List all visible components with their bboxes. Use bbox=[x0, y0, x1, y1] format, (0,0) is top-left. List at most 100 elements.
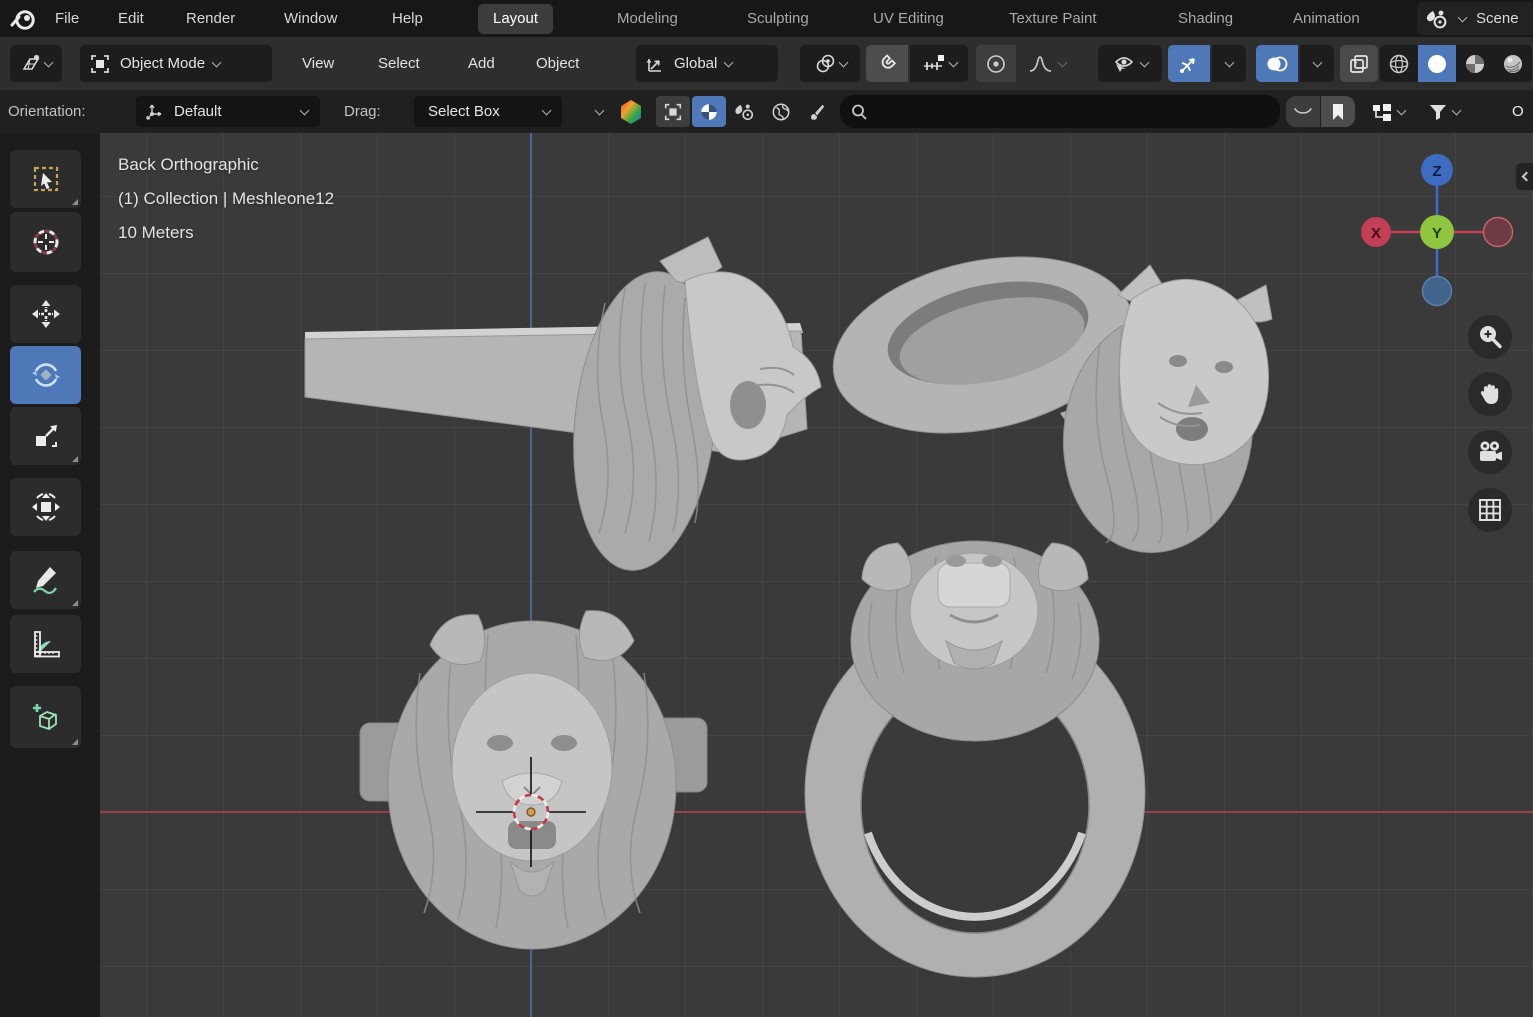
bookmark-button[interactable] bbox=[1321, 96, 1355, 127]
scene-icon bbox=[1426, 10, 1447, 28]
shading-material-button[interactable] bbox=[1456, 45, 1494, 82]
chevron-down-icon bbox=[1457, 12, 1468, 22]
proportional-editing-toggle[interactable] bbox=[976, 45, 1016, 82]
proportional-falloff-dropdown[interactable] bbox=[1018, 45, 1076, 82]
chevron-down-icon bbox=[299, 105, 310, 115]
search-box[interactable] bbox=[840, 95, 1280, 128]
tool-add-cube[interactable] bbox=[10, 686, 81, 748]
gizmo-axis-x-negative[interactable] bbox=[1482, 216, 1514, 248]
show-object-types-button[interactable] bbox=[1098, 45, 1162, 82]
annotate-pen-icon bbox=[32, 567, 57, 595]
workspace-tab-modeling[interactable]: Modeling bbox=[602, 4, 693, 34]
drag-value: Select Box bbox=[428, 103, 500, 120]
filter-object-button[interactable] bbox=[656, 96, 690, 127]
wireframe-sphere-icon bbox=[1389, 54, 1409, 73]
sidebar-toggle[interactable] bbox=[1516, 163, 1533, 190]
tool-annotate[interactable] bbox=[10, 551, 81, 609]
gizmos-toggle[interactable] bbox=[1168, 45, 1210, 82]
workspace-tab-layout[interactable]: Layout bbox=[478, 4, 554, 34]
overlays-dropdown[interactable] bbox=[1300, 45, 1334, 82]
menu-render[interactable]: Render bbox=[186, 0, 235, 37]
model-lion-ring-views bbox=[304, 236, 1273, 978]
mode-dropdown[interactable]: Object Mode bbox=[80, 45, 272, 82]
navigation-gizmo[interactable]: Z X Y bbox=[1355, 148, 1520, 313]
outliner-tree-icon bbox=[1373, 103, 1391, 121]
workspace-tab-texture-paint[interactable]: Texture Paint bbox=[994, 4, 1112, 34]
shading-rendered-button[interactable] bbox=[1494, 45, 1532, 82]
measure-icon bbox=[33, 631, 60, 658]
ortho-toggle-button[interactable] bbox=[1468, 488, 1512, 532]
mode-label: Object Mode bbox=[120, 55, 206, 72]
collapse-panel-button[interactable] bbox=[586, 96, 612, 127]
workspace-tab-sculpting[interactable]: Sculpting bbox=[732, 4, 824, 34]
select-brackets-icon bbox=[664, 103, 682, 120]
model-view-perspective bbox=[832, 256, 1273, 554]
tool-settings-bar: Orientation: Default Drag: Select Box O bbox=[0, 90, 1533, 133]
pivot-point-button[interactable] bbox=[800, 45, 860, 82]
tool-transform[interactable] bbox=[10, 478, 81, 536]
workspace-tab-shading[interactable]: Shading bbox=[1163, 4, 1248, 34]
overlays-toggle[interactable] bbox=[1256, 45, 1298, 82]
search-input[interactable] bbox=[876, 103, 1256, 120]
transform-orientation-dropdown[interactable]: Global bbox=[636, 45, 778, 82]
viewport-3d[interactable]: Back Orthographic (1) Collection | Meshl… bbox=[100, 133, 1533, 1017]
shading-solid-button[interactable] bbox=[1418, 45, 1456, 82]
tool-select-box[interactable] bbox=[10, 150, 81, 208]
snap-toggle-button[interactable] bbox=[866, 45, 908, 82]
clipped-right-text: O bbox=[1512, 103, 1524, 120]
collection-object-name: (1) Collection | Meshleone12 bbox=[118, 189, 335, 208]
menu-window[interactable]: Window bbox=[284, 0, 337, 37]
bookmark-icon bbox=[1333, 103, 1343, 120]
filter-brush-button[interactable] bbox=[800, 96, 834, 127]
chevron-down-icon bbox=[1312, 57, 1322, 67]
chevron-down-icon bbox=[594, 105, 604, 115]
menu-help[interactable]: Help bbox=[392, 0, 423, 37]
orientation-axes-icon bbox=[646, 58, 661, 72]
orientation-label: Orientation: bbox=[8, 103, 86, 120]
gizmo-axis-z-negative[interactable] bbox=[1421, 275, 1453, 307]
blender-logo-icon[interactable] bbox=[9, 5, 37, 33]
scene-selector[interactable]: Scene bbox=[1417, 2, 1533, 35]
xray-toggle[interactable] bbox=[1340, 45, 1378, 82]
camera-view-button[interactable] bbox=[1468, 430, 1512, 474]
menu-add[interactable]: Add bbox=[468, 37, 495, 90]
workspace-tab-uv-editing[interactable]: UV Editing bbox=[858, 4, 959, 34]
shading-wireframe-button[interactable] bbox=[1380, 45, 1418, 82]
matcap-preview-button[interactable] bbox=[614, 96, 648, 127]
toolbar-strip bbox=[0, 133, 100, 1017]
filter-scene-button[interactable] bbox=[728, 96, 762, 127]
menu-object[interactable]: Object bbox=[536, 37, 579, 90]
chevron-down-icon bbox=[1224, 57, 1234, 67]
filter-world-button[interactable] bbox=[764, 96, 798, 127]
pan-view-button[interactable] bbox=[1468, 372, 1512, 416]
tool-move[interactable] bbox=[10, 285, 81, 343]
gizmo-axis-z-positive[interactable]: Z bbox=[1421, 154, 1453, 186]
menu-select[interactable]: Select bbox=[378, 37, 420, 90]
grid-icon bbox=[1479, 499, 1501, 521]
tool-scale[interactable] bbox=[10, 407, 81, 465]
zoom-view-button[interactable] bbox=[1468, 315, 1512, 359]
model-view-side bbox=[304, 236, 822, 571]
display-mode-dropdown[interactable] bbox=[1362, 96, 1414, 127]
3d-viewport-icon bbox=[22, 54, 40, 70]
menu-edit[interactable]: Edit bbox=[118, 0, 144, 37]
chevron-down-icon bbox=[541, 105, 552, 115]
filter-mode-button[interactable] bbox=[692, 96, 726, 127]
drag-label: Drag: bbox=[344, 103, 381, 120]
tool-measure[interactable] bbox=[10, 615, 81, 673]
editor-type-button[interactable] bbox=[10, 45, 62, 82]
snap-to-dropdown[interactable] bbox=[910, 45, 968, 82]
orientation-default-dropdown[interactable]: Default bbox=[136, 96, 320, 127]
gizmo-axis-x-positive[interactable]: X bbox=[1361, 217, 1391, 247]
gizmo-axis-y-center[interactable]: Y bbox=[1420, 215, 1454, 249]
new-collection-button[interactable] bbox=[1286, 96, 1320, 127]
tool-rotate[interactable] bbox=[10, 346, 81, 404]
tool-cursor[interactable] bbox=[10, 212, 81, 272]
drag-mode-dropdown[interactable]: Select Box bbox=[414, 96, 562, 127]
workspace-tab-animation[interactable]: Animation bbox=[1278, 4, 1375, 34]
menu-file[interactable]: File bbox=[55, 0, 79, 37]
gizmos-dropdown[interactable] bbox=[1212, 45, 1246, 82]
filter-dropdown[interactable] bbox=[1418, 96, 1470, 127]
menu-view[interactable]: View bbox=[302, 37, 334, 90]
gizmo-icon bbox=[1180, 57, 1195, 73]
